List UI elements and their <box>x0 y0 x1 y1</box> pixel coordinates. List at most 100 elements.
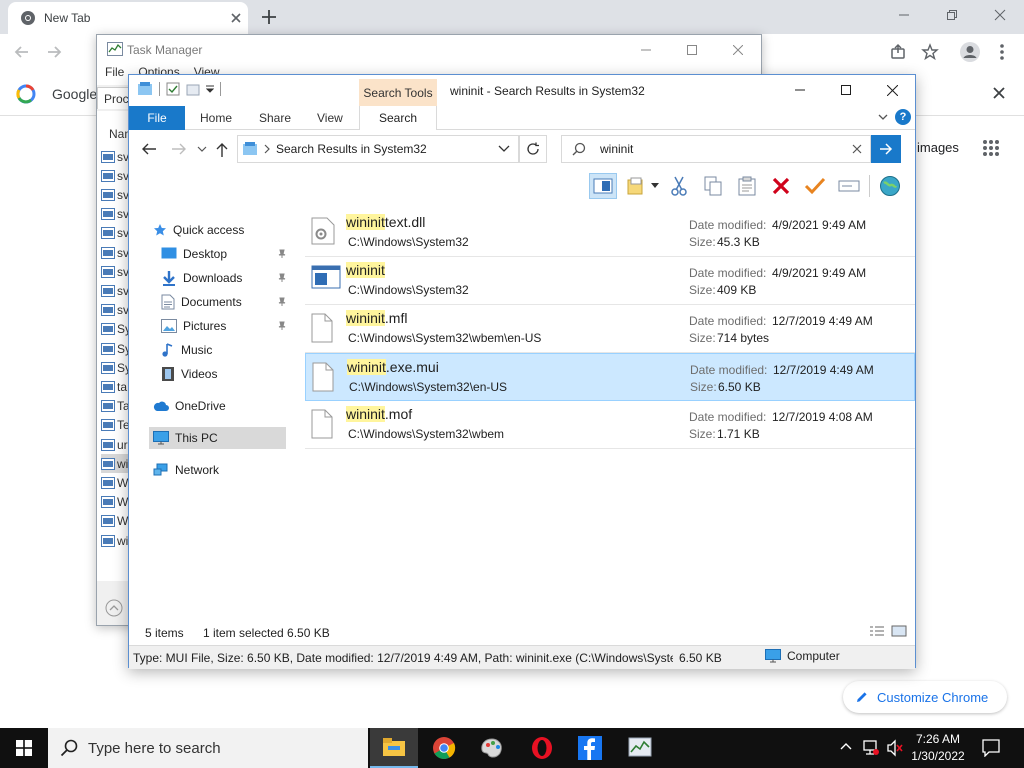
process-row[interactable]: sv <box>101 301 129 320</box>
taskbar-task-manager[interactable] <box>616 728 664 768</box>
nav-music[interactable]: Music <box>161 339 212 361</box>
nav-network[interactable]: Network <box>153 459 219 481</box>
search-box[interactable]: wininit <box>561 135 871 163</box>
taskbar-opera[interactable] <box>518 728 566 768</box>
bookmark-star-icon[interactable] <box>918 40 942 64</box>
google-shortcut-label[interactable]: Google <box>52 86 97 102</box>
profile-avatar-icon[interactable] <box>958 40 982 64</box>
file-row[interactable]: wininit.mfl C:\Windows\System32\wbem\en-U… <box>305 305 915 353</box>
explorer-titlebar[interactable]: Search Tools wininit - Search Results in… <box>129 75 915 106</box>
start-button[interactable] <box>0 728 48 768</box>
minimize-icon[interactable] <box>880 0 928 30</box>
process-row[interactable]: sv <box>101 205 129 224</box>
process-row[interactable]: sv <box>101 243 129 262</box>
volume-muted-icon[interactable] <box>886 739 904 757</box>
up-arrow-icon[interactable] <box>215 142 229 158</box>
rename-icon[interactable] <box>835 173 863 199</box>
nav-pictures[interactable]: Pictures <box>161 315 291 337</box>
close-icon[interactable] <box>228 10 244 26</box>
taskbar-facebook[interactable] <box>566 728 614 768</box>
address-bar[interactable]: Search Results in System32 <box>237 135 519 163</box>
notification-center-icon[interactable] <box>982 739 1000 757</box>
process-row[interactable]: Ta <box>101 397 129 416</box>
ntp-images-link[interactable]: images <box>917 140 959 155</box>
process-row[interactable]: sv <box>101 224 129 243</box>
search-go-button[interactable] <box>871 135 901 163</box>
process-row[interactable]: sv <box>101 262 129 281</box>
nav-documents[interactable]: Documents <box>161 291 291 313</box>
process-row[interactable]: Sy <box>101 358 129 377</box>
process-row[interactable]: Te <box>101 416 129 435</box>
process-row[interactable]: W <box>101 493 129 512</box>
process-row[interactable]: sv <box>101 185 129 204</box>
process-row[interactable]: W <box>101 473 129 492</box>
expand-ribbon-chevron-icon[interactable] <box>877 111 889 123</box>
nav-onedrive[interactable]: OneDrive <box>153 395 226 417</box>
back-arrow-icon[interactable] <box>10 40 34 64</box>
help-icon[interactable]: ? <box>895 109 911 125</box>
process-row[interactable]: wi <box>101 454 129 474</box>
task-manager-titlebar[interactable]: Task Manager <box>97 35 761 65</box>
breadcrumb-chevron-icon[interactable] <box>264 144 270 154</box>
nav-desktop[interactable]: Desktop <box>161 243 291 265</box>
process-row[interactable]: ur <box>101 435 129 454</box>
details-view-icon[interactable] <box>869 625 885 637</box>
forward-arrow-icon[interactable] <box>42 40 66 64</box>
close-icon[interactable] <box>976 0 1024 30</box>
process-row[interactable]: sv <box>101 166 129 185</box>
tab-home[interactable]: Home <box>200 106 232 130</box>
copy-icon[interactable] <box>699 173 727 199</box>
clock-time[interactable]: 7:26 AM <box>906 732 970 746</box>
clear-search-icon[interactable] <box>852 144 862 154</box>
taskbar-file-explorer[interactable] <box>370 728 418 768</box>
file-row[interactable]: wininit C:\Windows\System32 Date modified:… <box>305 257 915 305</box>
paste-clipboard-icon[interactable] <box>733 173 761 199</box>
delete-x-icon[interactable] <box>767 173 795 199</box>
new-item-dropdown-icon[interactable] <box>651 183 659 189</box>
new-folder-icon[interactable] <box>186 82 200 96</box>
process-row[interactable]: sv <box>101 281 129 300</box>
tab-view[interactable]: View <box>317 106 343 130</box>
process-row[interactable]: wi <box>101 531 129 550</box>
minimize-icon[interactable] <box>777 75 823 105</box>
qat-dropdown-icon[interactable] <box>206 85 214 93</box>
fewer-details-chevron-icon[interactable] <box>105 599 123 617</box>
clock-date[interactable]: 1/30/2022 <box>906 749 970 763</box>
tab-file[interactable]: File <box>129 106 185 130</box>
close-icon[interactable] <box>715 35 761 65</box>
recent-locations-chevron-icon[interactable] <box>197 145 207 153</box>
tab-search[interactable]: Search <box>359 106 437 130</box>
maximize-icon[interactable] <box>823 75 869 105</box>
globe-network-icon[interactable] <box>876 173 904 199</box>
share-icon[interactable] <box>886 40 910 64</box>
process-row[interactable]: Sy <box>101 339 129 358</box>
restore-icon[interactable] <box>928 0 976 30</box>
close-icon[interactable] <box>869 75 915 105</box>
process-row[interactable]: Sy <box>101 320 129 339</box>
address-dropdown-icon[interactable] <box>498 145 510 153</box>
select-checkmark-icon[interactable] <box>801 173 829 199</box>
forward-arrow-icon[interactable] <box>171 142 187 156</box>
new-item-icon[interactable] <box>623 173 651 199</box>
search-input[interactable]: wininit <box>600 142 852 156</box>
menu-file[interactable]: File <box>105 65 124 85</box>
customize-chrome-button[interactable]: Customize Chrome <box>843 681 1007 713</box>
nav-downloads[interactable]: Downloads <box>161 267 291 289</box>
nav-videos[interactable]: Videos <box>161 363 217 385</box>
file-row[interactable]: wininit.exe.mui C:\Windows\System32\en-US… <box>305 353 915 401</box>
process-row[interactable]: ta <box>101 377 129 396</box>
process-row[interactable]: W <box>101 512 129 531</box>
breadcrumb-location[interactable]: Search Results in System32 <box>276 142 498 156</box>
chrome-tab-new-tab[interactable]: New Tab <box>8 2 248 34</box>
menu-kebab-icon[interactable] <box>990 40 1014 64</box>
maximize-icon[interactable] <box>669 35 715 65</box>
taskbar-paint[interactable] <box>468 728 516 768</box>
tab-share[interactable]: Share <box>259 106 291 130</box>
apps-grid-icon[interactable] <box>982 139 1000 157</box>
minimize-icon[interactable] <box>623 35 669 65</box>
show-hidden-icons-chevron-icon[interactable] <box>840 742 852 750</box>
file-row[interactable]: wininit.mof C:\Windows\System32\wbem Date … <box>305 401 915 449</box>
large-icons-view-icon[interactable] <box>891 625 907 637</box>
properties-icon[interactable] <box>166 82 180 96</box>
preview-pane-icon[interactable] <box>589 173 617 199</box>
